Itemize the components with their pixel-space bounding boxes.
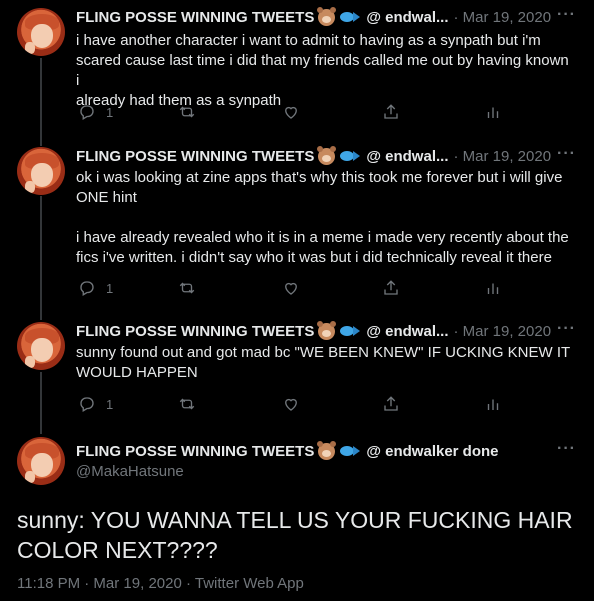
display-name[interactable]: FLING POSSE WINNING TWEETS [76,323,314,340]
bear-face-icon [317,145,337,165]
retweet-icon [179,398,195,410]
retweet-icon [179,106,195,118]
reply-icon [80,397,94,412]
share-icon [384,396,398,411]
tweet-header: FLING POSSE WINNING TWEETS @ endwalker d… [76,440,576,461]
tweet-text: ok i was looking at zine apps that's why… [76,169,569,266]
fish-icon [340,444,361,458]
analytics-button[interactable] [484,279,502,297]
retweet-icon [179,282,195,294]
reply-count: 1 [106,280,114,296]
like-button[interactable] [282,279,310,297]
like-button[interactable] [282,395,310,413]
tweet-actions: 1 [76,279,506,299]
tweet-time[interactable]: · Mar 19, 2020 [454,323,552,340]
reply-count: 1 [106,396,114,412]
fish-icon [340,10,361,24]
tweet-actions: 1 [76,103,506,123]
tweet-thread: FLING POSSE WINNING TWEETS @ endwal... ·… [0,0,594,601]
reply-button[interactable]: 1 [78,279,113,297]
main-tweet: FLING POSSE WINNING TWEETS @ endwalker d… [0,430,594,601]
tweet-header: FLING POSSE WINNING TWEETS @ endwal... ·… [76,320,576,341]
bear-face-icon [317,440,337,460]
thread-tweet[interactable]: FLING POSSE WINNING TWEETS @ endwal... ·… [0,142,594,318]
tweet-date[interactable]: · Mar 19, 2020 · [84,575,191,592]
analytics-button[interactable] [484,395,502,413]
tweet-header: FLING POSSE WINNING TWEETS @ endwal... ·… [76,145,576,166]
tweet-text: sunny found out and got mad bc "WE BEEN … [76,344,571,381]
thread-tweet[interactable]: FLING POSSE WINNING TWEETS @ endwal... ·… [0,318,594,430]
avatar[interactable] [17,147,65,195]
retweet-button[interactable] [178,395,206,413]
analytics-icon [487,399,499,410]
display-name[interactable]: FLING POSSE WINNING TWEETS [76,9,314,26]
at-name[interactable]: @ endwal... [366,323,448,340]
like-button[interactable] [282,103,310,121]
retweet-button[interactable] [178,279,206,297]
more-options-icon[interactable]: ··· [557,440,576,458]
reply-icon [80,105,94,120]
tweet-text: i have another character i want to admit… [76,32,569,109]
at-name[interactable]: @ endwal... [366,9,448,26]
tweet-time[interactable]: · Mar 19, 2020 [454,9,552,26]
more-options-icon[interactable]: ··· [557,320,576,338]
user-handle[interactable]: @MakaHatsune [76,463,184,480]
reply-icon [80,281,94,296]
analytics-icon [487,283,499,294]
share-icon [384,280,398,295]
avatar[interactable] [17,8,65,56]
reply-button[interactable]: 1 [78,103,113,121]
reply-button[interactable]: 1 [78,395,113,413]
more-options-icon[interactable]: ··· [557,145,576,163]
tweet-time[interactable]: · Mar 19, 2020 [454,148,552,165]
share-icon [384,104,398,119]
at-name[interactable]: @ endwalker done [366,443,498,460]
tweet-actions: 1 [76,395,506,415]
avatar[interactable] [17,437,65,485]
analytics-icon [487,107,499,118]
share-button[interactable] [382,279,400,297]
bear-face-icon [317,320,337,340]
avatar[interactable] [17,322,65,370]
tweet-meta: 11:18 PM · Mar 19, 2020 · Twitter Web Ap… [17,575,304,592]
display-name[interactable]: FLING POSSE WINNING TWEETS [76,443,314,460]
tweet-time[interactable]: 11:18 PM [17,575,80,592]
reply-count: 1 [106,104,114,120]
more-options-icon[interactable]: ··· [557,6,576,24]
analytics-button[interactable] [484,103,502,121]
tweet-header: FLING POSSE WINNING TWEETS @ endwal... ·… [76,6,576,27]
retweet-button[interactable] [178,103,206,121]
bear-face-icon [317,6,337,26]
heart-icon [285,398,297,411]
share-button[interactable] [382,395,400,413]
fish-icon [340,149,361,163]
thread-tweet[interactable]: FLING POSSE WINNING TWEETS @ endwal... ·… [0,0,594,142]
at-name[interactable]: @ endwal... [366,148,448,165]
tweet-source: Twitter Web App [194,575,304,592]
heart-icon [285,282,297,295]
fish-icon [340,324,361,338]
share-button[interactable] [382,103,400,121]
display-name[interactable]: FLING POSSE WINNING TWEETS [76,148,314,165]
heart-icon [285,106,297,119]
main-tweet-text: sunny: YOU WANNA TELL US YOUR FUCKING HA… [17,507,573,563]
